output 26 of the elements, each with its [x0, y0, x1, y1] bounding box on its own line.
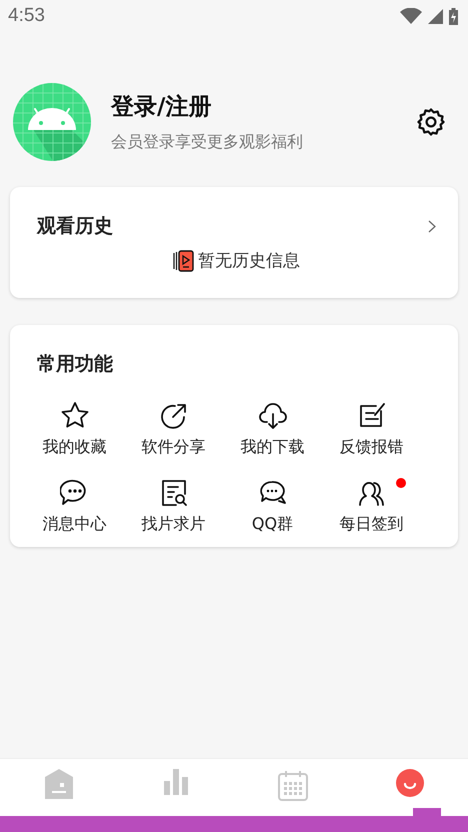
- function-item[interactable]: 软件分享: [142, 437, 206, 458]
- status-time: 4:53: [8, 5, 45, 27]
- functions-title: 常用功能: [37, 353, 113, 375]
- function-item[interactable]: 我的下载: [240, 437, 304, 458]
- smile-icon: [396, 769, 424, 797]
- wifi-icon: [400, 8, 422, 24]
- video-book-icon: [173, 250, 194, 272]
- chevron-right-icon[interactable]: [428, 220, 436, 232]
- bar-chart-icon: [164, 769, 188, 795]
- empty-history-text: 暂无历史信息: [198, 250, 300, 272]
- function-item[interactable]: 反馈报错: [340, 437, 404, 458]
- login-subtitle: 会员登录享受更多观影福利: [111, 132, 304, 153]
- login-register-title[interactable]: 登录/注册: [111, 91, 416, 122]
- history-title[interactable]: 观看历史: [37, 213, 113, 239]
- function-item[interactable]: QQ群: [252, 514, 294, 535]
- cloud-download-icon: [258, 401, 288, 431]
- function-item[interactable]: 我的收藏: [42, 437, 106, 458]
- function-item[interactable]: 找片求片: [142, 514, 206, 535]
- battery-icon: [449, 8, 458, 24]
- share-icon: [158, 401, 188, 431]
- function-item[interactable]: 每日签到: [340, 514, 404, 535]
- home-icon: [44, 769, 72, 799]
- calendar-icon: [276, 769, 308, 801]
- signal-icon: [428, 8, 443, 24]
- function-item[interactable]: 消息中心: [42, 514, 106, 535]
- settings-icon[interactable]: [416, 107, 446, 137]
